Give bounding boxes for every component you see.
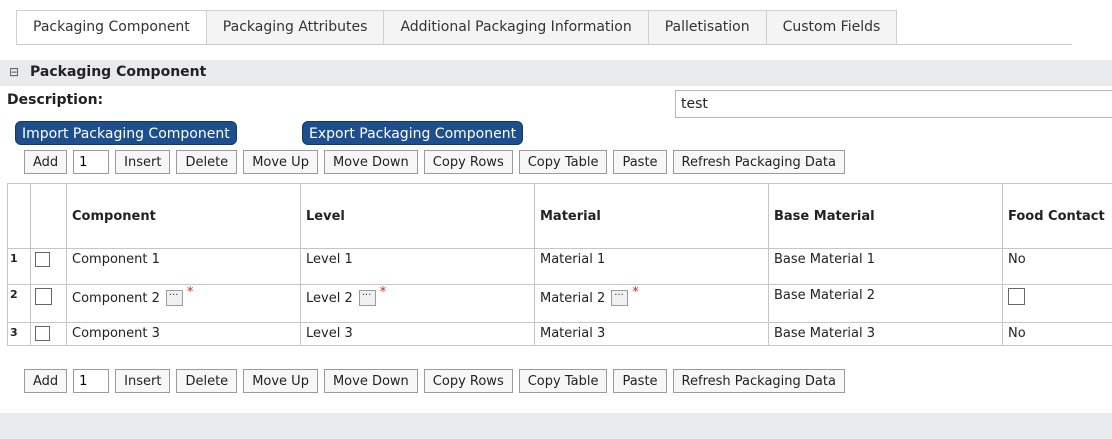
material-cell[interactable]: Material 2 * xyxy=(535,285,769,323)
level-lookup-icon[interactable] xyxy=(359,290,376,306)
move-up-button[interactable]: Move Up xyxy=(243,369,318,393)
move-down-button[interactable]: Move Down xyxy=(324,369,418,393)
base-material-cell[interactable]: Base Material 1 xyxy=(769,249,1003,285)
required-marker: * xyxy=(632,285,639,300)
level-value: Level 2 xyxy=(306,291,353,306)
material-cell[interactable]: Material 3 xyxy=(535,323,769,346)
food-contact-cell[interactable] xyxy=(1003,285,1112,323)
row-count-input[interactable] xyxy=(73,150,109,174)
component-cell[interactable]: Component 3 xyxy=(67,323,301,346)
select-header xyxy=(31,184,67,249)
row-checkbox[interactable] xyxy=(35,326,50,341)
description-field[interactable] xyxy=(675,90,1112,118)
tab-packaging-component[interactable]: Packaging Component xyxy=(16,10,207,44)
component-cell[interactable]: Component 2 * xyxy=(67,285,301,323)
copy-rows-button[interactable]: Copy Rows xyxy=(424,150,513,174)
packaging-component-grid: Component Level Material Base Material F… xyxy=(7,183,1112,346)
delete-button[interactable]: Delete xyxy=(176,150,237,174)
copy-table-button[interactable]: Copy Table xyxy=(519,369,608,393)
paste-button[interactable]: Paste xyxy=(613,150,666,174)
insert-button[interactable]: Insert xyxy=(115,150,170,174)
component-editor[interactable]: Component 2 * xyxy=(72,288,193,306)
component-cell[interactable]: Component 1 xyxy=(67,249,301,285)
row-index: 1 xyxy=(8,249,31,285)
component-value: Component 2 xyxy=(72,291,160,306)
grid-toolbar-bottom: Add Insert Delete Move Up Move Down Copy… xyxy=(24,368,851,394)
description-label: Description: xyxy=(7,92,103,108)
next-section-header[interactable] xyxy=(0,413,1112,439)
move-up-button[interactable]: Move Up xyxy=(243,150,318,174)
level-cell[interactable]: Level 1 xyxy=(301,249,535,285)
tab-additional-packaging-information[interactable]: Additional Packaging Information xyxy=(383,10,648,44)
column-header-component[interactable]: Component xyxy=(67,184,301,249)
section-title: Packaging Component xyxy=(30,64,206,80)
grid-toolbar-top: Add Insert Delete Move Up Move Down Copy… xyxy=(24,149,851,175)
row-checkbox[interactable] xyxy=(35,288,52,305)
food-contact-cell[interactable]: No xyxy=(1003,323,1112,346)
component-lookup-icon[interactable] xyxy=(166,290,183,306)
section-header[interactable]: ⊟ Packaging Component xyxy=(0,60,1112,86)
level-cell[interactable]: Level 2 * xyxy=(301,285,535,323)
food-contact-cell[interactable]: No xyxy=(1003,249,1112,285)
table-row[interactable]: 1 Component 1 Level 1 Material 1 Base Ma… xyxy=(8,249,1112,285)
column-header-food-contact[interactable]: Food Contact xyxy=(1003,184,1112,249)
refresh-packaging-data-button[interactable]: Refresh Packaging Data xyxy=(673,150,845,174)
move-down-button[interactable]: Move Down xyxy=(324,150,418,174)
collapse-icon[interactable]: ⊟ xyxy=(9,65,19,79)
insert-button[interactable]: Insert xyxy=(115,369,170,393)
table-row[interactable]: 2 Component 2 * Level 2 * Material 2 xyxy=(8,285,1112,323)
material-cell[interactable]: Material 1 xyxy=(535,249,769,285)
row-select-cell xyxy=(31,249,67,285)
material-lookup-icon[interactable] xyxy=(611,290,628,306)
material-value: Material 2 xyxy=(540,291,605,306)
level-editor[interactable]: Level 2 * xyxy=(306,288,386,306)
row-count-input[interactable] xyxy=(73,369,109,393)
copy-table-button[interactable]: Copy Table xyxy=(519,150,608,174)
required-marker: * xyxy=(187,285,194,300)
tab-bar: Packaging Component Packaging Attributes… xyxy=(16,10,1072,45)
material-editor[interactable]: Material 2 * xyxy=(540,288,639,306)
food-contact-checkbox[interactable] xyxy=(1008,288,1025,305)
import-packaging-component-button[interactable]: Import Packaging Component xyxy=(15,121,237,145)
tab-palletisation[interactable]: Palletisation xyxy=(648,10,767,44)
column-header-material[interactable]: Material xyxy=(535,184,769,249)
row-index: 2 xyxy=(8,285,31,323)
row-index-header xyxy=(8,184,31,249)
add-button[interactable]: Add xyxy=(24,150,67,174)
copy-rows-button[interactable]: Copy Rows xyxy=(424,369,513,393)
row-select-cell xyxy=(31,323,67,346)
base-material-cell[interactable]: Base Material 3 xyxy=(769,323,1003,346)
row-select-cell xyxy=(31,285,67,323)
paste-button[interactable]: Paste xyxy=(613,369,666,393)
column-header-base-material[interactable]: Base Material xyxy=(769,184,1003,249)
base-material-cell[interactable]: Base Material 2 xyxy=(769,285,1003,323)
delete-button[interactable]: Delete xyxy=(176,369,237,393)
table-row[interactable]: 3 Component 3 Level 3 Material 3 Base Ma… xyxy=(8,323,1112,346)
column-header-level[interactable]: Level xyxy=(301,184,535,249)
refresh-packaging-data-button[interactable]: Refresh Packaging Data xyxy=(673,369,845,393)
level-cell[interactable]: Level 3 xyxy=(301,323,535,346)
add-button[interactable]: Add xyxy=(24,369,67,393)
required-marker: * xyxy=(380,285,387,300)
export-packaging-component-button[interactable]: Export Packaging Component xyxy=(302,121,523,145)
tab-custom-fields[interactable]: Custom Fields xyxy=(766,10,898,44)
tab-packaging-attributes[interactable]: Packaging Attributes xyxy=(206,10,385,44)
row-checkbox[interactable] xyxy=(35,252,50,267)
row-index: 3 xyxy=(8,323,31,346)
